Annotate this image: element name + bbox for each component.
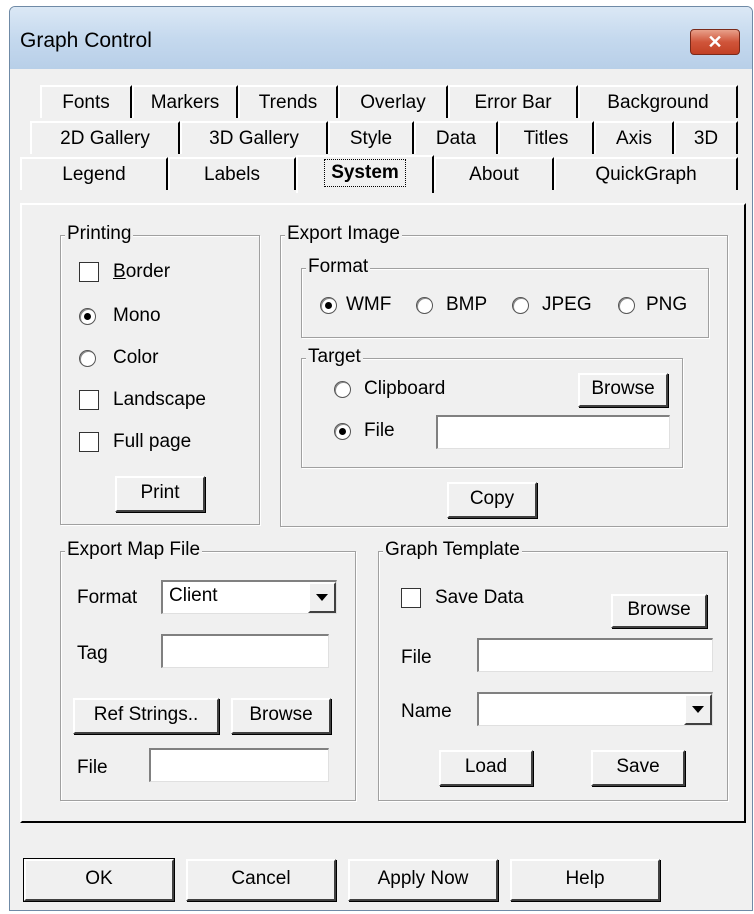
chevron-down-icon[interactable] [684, 694, 712, 725]
tab-data[interactable]: Data [414, 121, 498, 154]
file-target-label: File [364, 420, 395, 441]
printing-group-title: Printing [65, 222, 134, 246]
tag-input[interactable] [161, 634, 329, 668]
ref-strings-button[interactable]: Ref Strings.. [73, 698, 219, 734]
export-image-group-title: Export Image [285, 222, 402, 246]
png-radio[interactable] [618, 297, 635, 314]
full-page-checkbox[interactable] [79, 432, 99, 452]
export-image-file-input[interactable] [436, 415, 670, 449]
apply-now-button[interactable]: Apply Now [348, 859, 498, 901]
save-template-button[interactable]: Save [591, 750, 685, 786]
format-group: Format WMF BMP JPEG PNG [301, 255, 709, 338]
map-file-input[interactable] [149, 748, 329, 782]
tag-label: Tag [77, 643, 108, 664]
export-image-browse-button[interactable]: Browse [578, 373, 668, 407]
template-name-dropdown[interactable] [477, 692, 713, 726]
ok-button[interactable]: OK [23, 858, 175, 902]
jpeg-radio[interactable] [512, 297, 529, 314]
help-button[interactable]: Help [510, 859, 660, 901]
wmf-label: WMF [346, 294, 392, 315]
template-browse-button[interactable]: Browse [611, 594, 707, 628]
close-button[interactable]: ✕ [690, 29, 740, 55]
file-radio[interactable] [334, 423, 351, 440]
landscape-label: Landscape [113, 389, 206, 410]
tab-error-bar[interactable]: Error Bar [448, 85, 578, 118]
save-data-checkbox[interactable] [401, 588, 421, 608]
printing-group: Printing Border Mono Color Landscape Ful… [60, 222, 260, 525]
tab-system[interactable]: System [296, 155, 434, 193]
graph-template-group: Graph Template Save Data Browse File Nam… [378, 538, 728, 801]
tab-background[interactable]: Background [578, 85, 738, 118]
color-label: Color [113, 347, 159, 368]
map-format-label: Format [77, 587, 138, 608]
tab-labels[interactable]: Labels [168, 157, 296, 190]
tab-system-label: System [324, 159, 406, 187]
jpeg-label: JPEG [542, 294, 592, 315]
tab-style[interactable]: Style [328, 121, 414, 154]
tab-fonts[interactable]: Fonts [40, 85, 132, 118]
format-group-title: Format [306, 255, 371, 279]
target-group-title: Target [306, 345, 363, 369]
clipboard-radio[interactable] [334, 381, 351, 398]
tab-quickgraph[interactable]: QuickGraph [554, 157, 738, 190]
tab-3d-gallery[interactable]: 3D Gallery [180, 121, 328, 154]
graph-template-group-title: Graph Template [383, 538, 522, 562]
full-page-label: Full page [113, 431, 192, 452]
export-image-group: Export Image Format WMF BMP JPEG PNG Tar… [280, 222, 728, 527]
map-format-value: Client [169, 585, 218, 606]
png-label: PNG [646, 294, 688, 315]
tab-overlay[interactable]: Overlay [338, 85, 448, 118]
copy-button[interactable]: Copy [447, 482, 537, 518]
tab-trends[interactable]: Trends [238, 85, 338, 118]
color-radio[interactable] [79, 350, 96, 367]
chevron-down-icon[interactable] [308, 582, 336, 613]
target-group: Target Clipboard Browse File [301, 345, 683, 468]
template-name-label: Name [401, 701, 452, 722]
save-data-label: Save Data [435, 587, 524, 608]
dialog-window: Graph Control ✕ Fonts Markers Trends Ove… [9, 6, 753, 911]
title-bar[interactable]: Graph Control ✕ [10, 7, 752, 69]
tab-legend[interactable]: Legend [20, 157, 168, 190]
tab-titles[interactable]: Titles [498, 121, 594, 154]
mono-radio[interactable] [79, 308, 96, 325]
wmf-radio[interactable] [320, 297, 337, 314]
map-file-label: File [77, 757, 108, 778]
load-button[interactable]: Load [439, 750, 533, 786]
tab-about[interactable]: About [434, 157, 554, 190]
tab-markers[interactable]: Markers [132, 85, 238, 118]
cancel-button[interactable]: Cancel [186, 859, 336, 901]
print-button[interactable]: Print [115, 476, 205, 512]
tab-3d[interactable]: 3D [674, 121, 738, 154]
bmp-radio[interactable] [416, 297, 433, 314]
border-checkbox[interactable] [79, 262, 99, 282]
template-file-input[interactable] [477, 638, 713, 672]
mono-label: Mono [113, 305, 161, 326]
window-title: Graph Control [20, 29, 152, 52]
border-label: Border [113, 261, 171, 282]
border-label-text: order [125, 261, 171, 282]
close-icon: ✕ [707, 32, 723, 52]
landscape-checkbox[interactable] [79, 390, 99, 410]
tab-2d-gallery[interactable]: 2D Gallery [30, 121, 180, 154]
template-file-label: File [401, 647, 432, 668]
bmp-label: BMP [446, 294, 488, 315]
tab-axis[interactable]: Axis [594, 121, 674, 154]
clipboard-label: Clipboard [364, 378, 446, 399]
export-map-file-group-title: Export Map File [65, 538, 203, 562]
system-tab-panel: Printing Border Mono Color Landscape Ful… [20, 203, 746, 823]
map-format-dropdown[interactable]: Client [161, 580, 337, 614]
export-map-browse-button[interactable]: Browse [231, 698, 331, 734]
export-map-file-group: Export Map File Format Client Tag Ref St… [60, 538, 356, 801]
